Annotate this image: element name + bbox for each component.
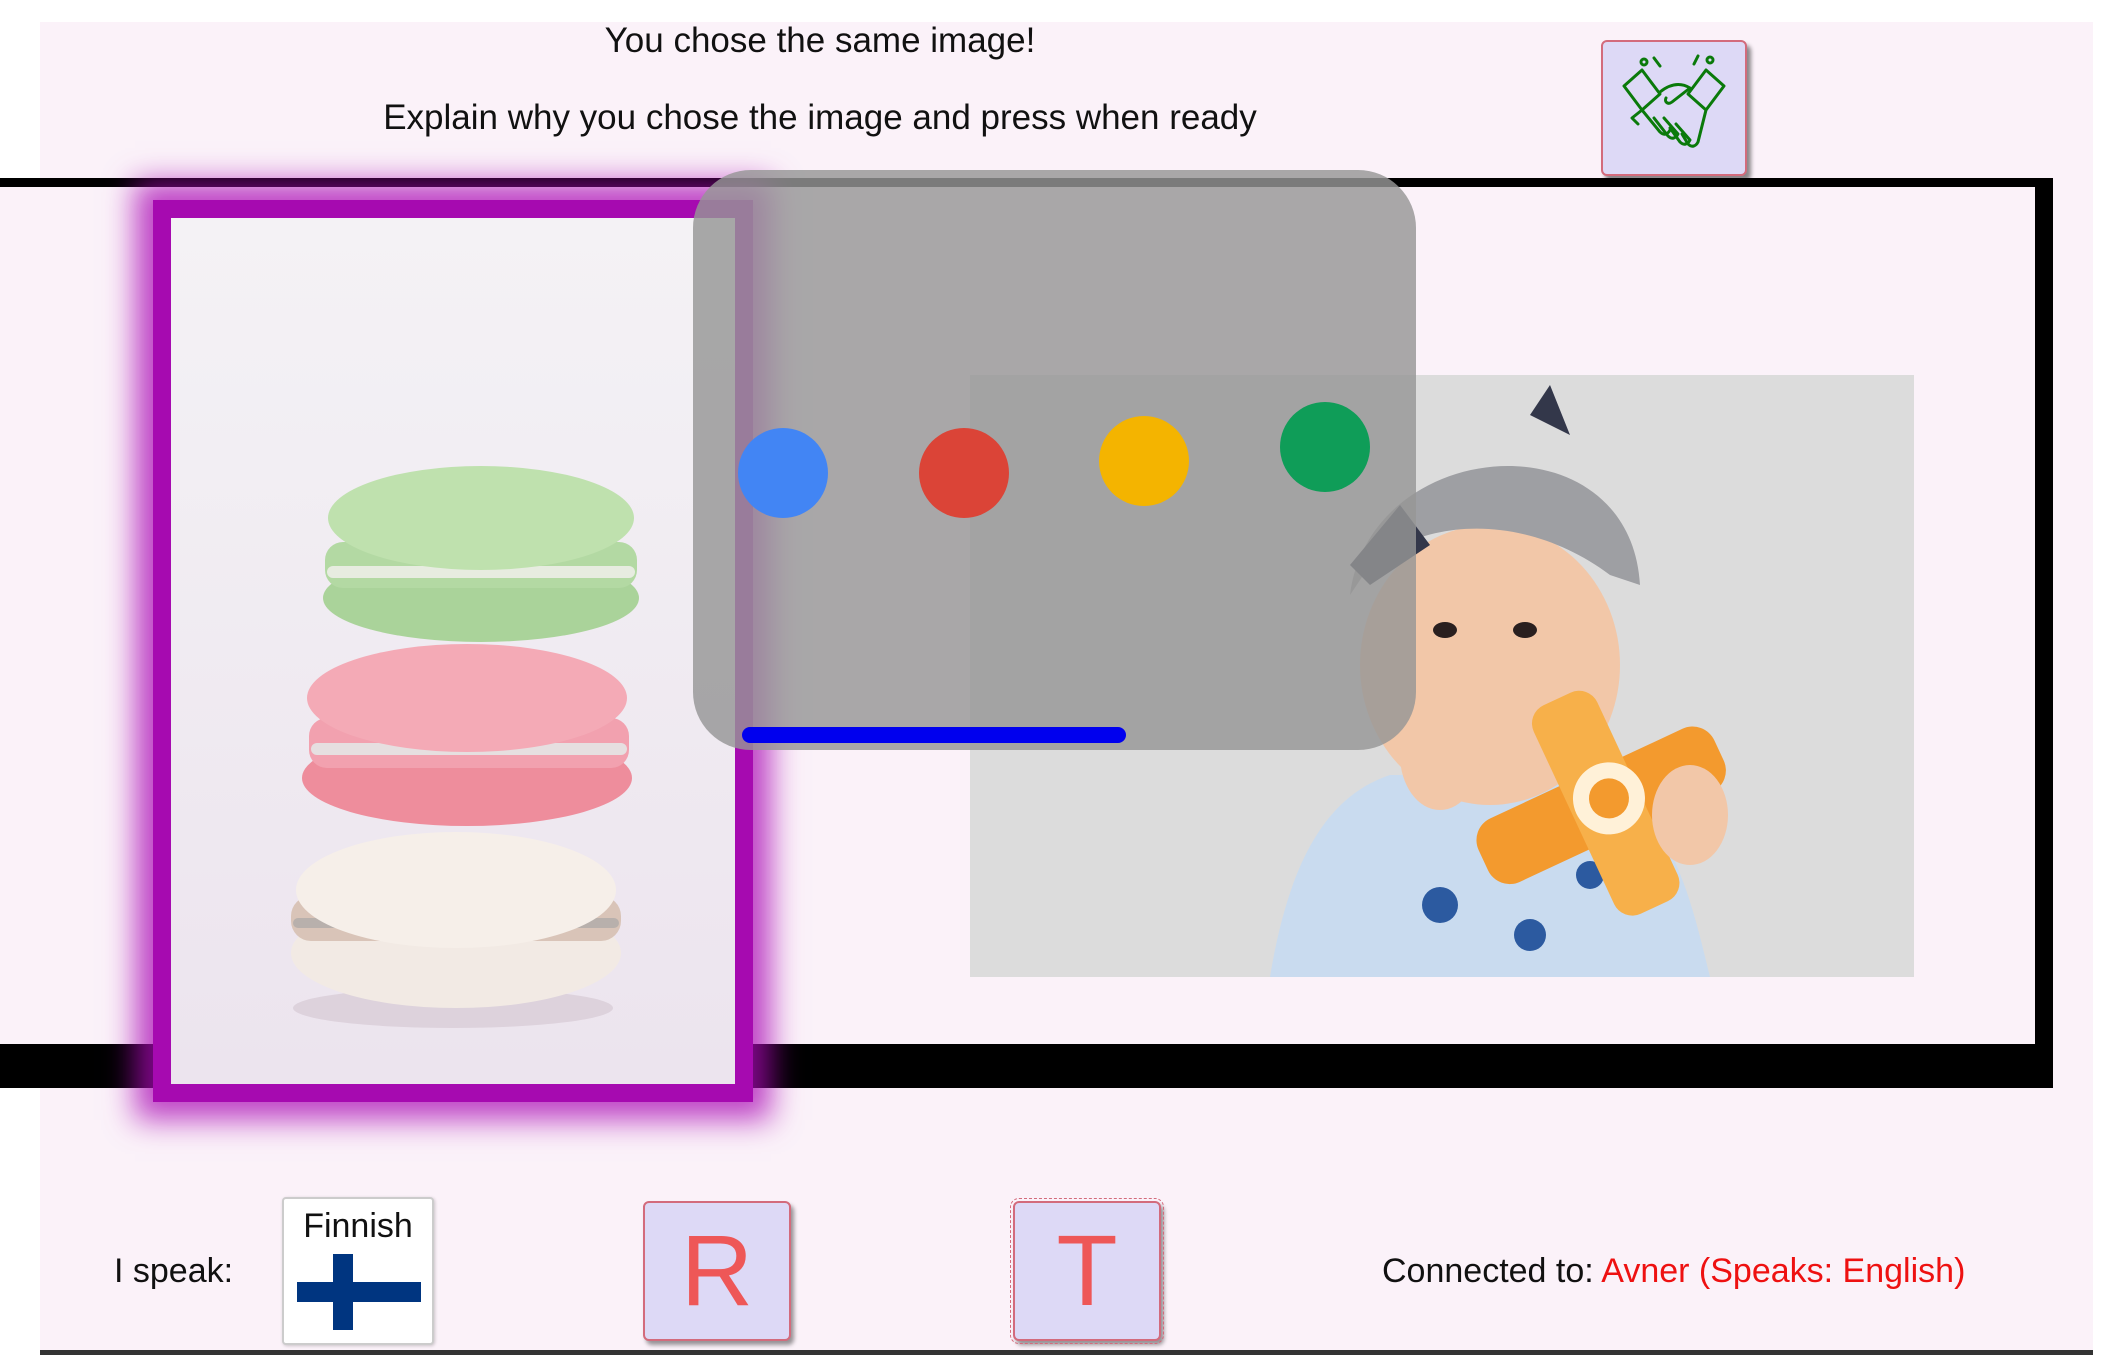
partner-name: Avner (Speaks: English) [1601,1252,1966,1290]
connection-status: Connected to: Avner (Speaks: English) [1382,1252,1965,1291]
language-label: Finnish [303,1207,413,1245]
macarons-image [171,218,735,1084]
finland-flag-icon [297,1254,421,1330]
r-button[interactable]: R [643,1201,791,1341]
audio-level-bar [742,727,1126,743]
listening-dot-green [1280,402,1370,492]
listening-dot-blue [738,428,828,518]
image-option-macarons[interactable] [153,200,753,1102]
connected-label: Connected to: [1382,1252,1602,1290]
speak-label: I speak: [114,1252,234,1290]
explain-prompt: Explain why you chose the image and pres… [383,98,1257,137]
match-message: You chose the same image! [604,21,1036,60]
t-button[interactable]: T [1010,1198,1164,1344]
bottom-divider [40,1350,2093,1355]
listening-indicator [693,170,1416,750]
ready-button[interactable] [1601,40,1747,176]
listening-dot-red [919,428,1009,518]
handshake-icon [1622,54,1726,148]
language-button[interactable]: Finnish [282,1197,434,1345]
listening-dot-yellow [1099,416,1189,506]
instructions: You chose the same image! Explain why yo… [300,22,1340,176]
